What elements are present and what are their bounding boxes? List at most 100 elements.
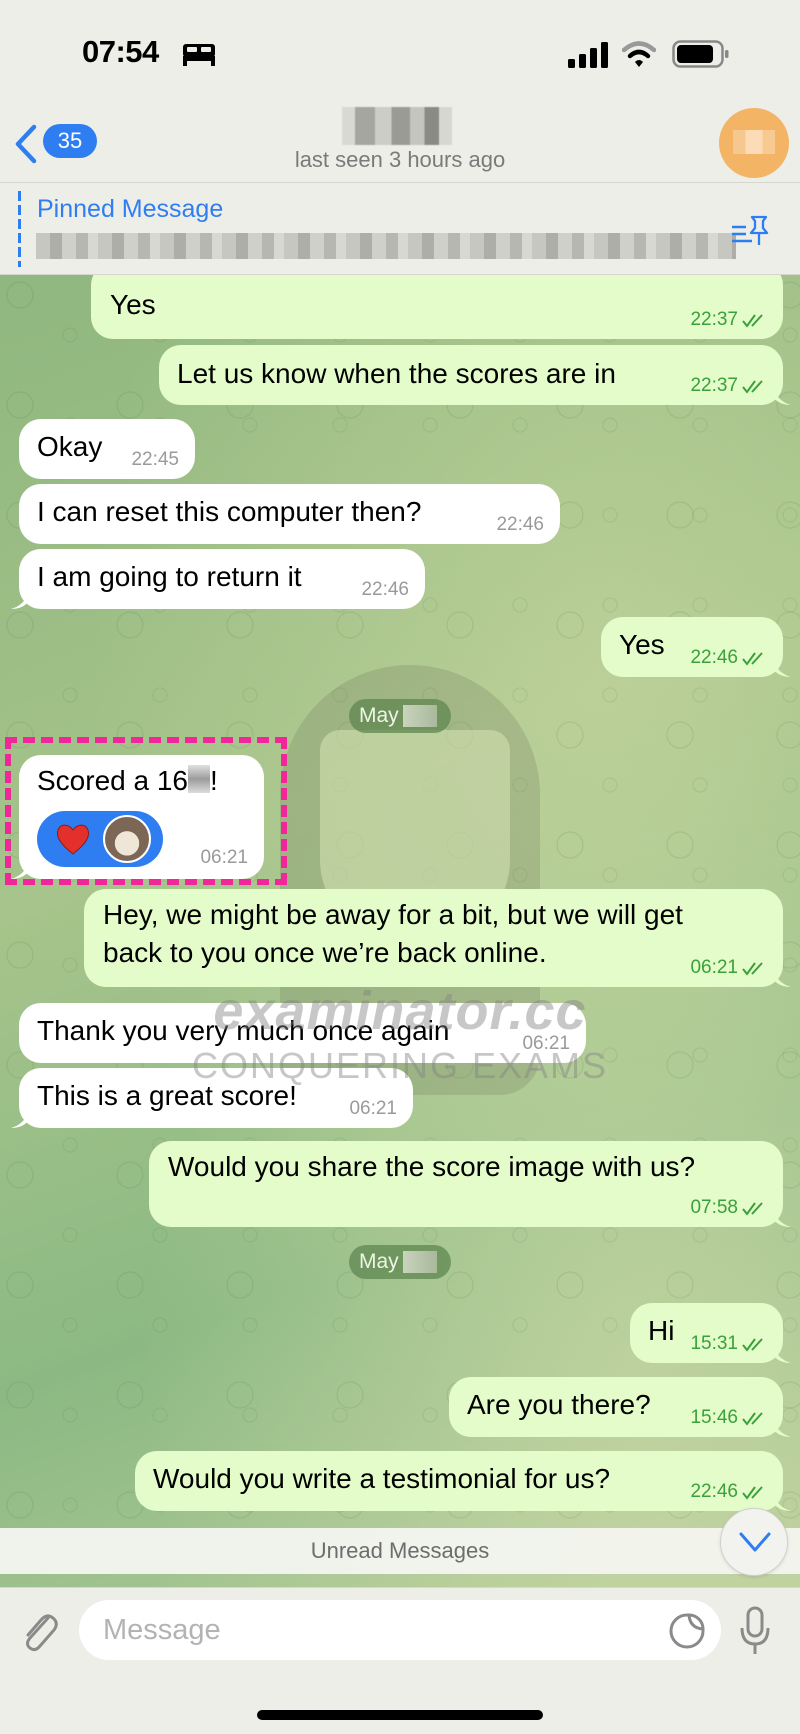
- message-text: I can reset this computer then?: [37, 496, 422, 527]
- message-text: Thank you very much once again: [37, 1015, 450, 1046]
- message-time: 22:46: [496, 514, 544, 535]
- bubble-tail: [11, 591, 29, 609]
- bubble-tail: [773, 1345, 791, 1363]
- bed-icon: [183, 44, 215, 66]
- pinned-message-bar[interactable]: Pinned Message: [0, 183, 800, 275]
- message-text: Hi: [648, 1315, 675, 1346]
- message-text-line-1: Hey, we might be away for a bit, but we …: [103, 899, 683, 930]
- bubble-tail: [773, 659, 791, 677]
- wifi-icon: [622, 41, 656, 67]
- message-text: This is a great score!: [37, 1080, 297, 1111]
- battery-icon: [672, 40, 729, 68]
- message-meta: 22:46: [496, 514, 544, 536]
- bubble-tail: [773, 969, 791, 987]
- message-text: Would you write a testimonial for us?: [153, 1463, 611, 1494]
- message-text: Yes: [619, 629, 665, 660]
- bubble-tail: [773, 1209, 791, 1227]
- message-meta: 15:46: [690, 1407, 767, 1429]
- bubble-tail: [11, 1110, 29, 1128]
- double-check-icon: [742, 314, 763, 328]
- pinned-indicator-line: [18, 191, 21, 267]
- message-input-bar: [0, 1587, 800, 1734]
- date-separator: May: [349, 1245, 451, 1279]
- message-text: Are you there?: [467, 1389, 651, 1420]
- message-bubble-outgoing[interactable]: Would you share the score image with us?…: [149, 1141, 791, 1227]
- message-time: 06:21: [200, 847, 248, 868]
- message-time: 06:21: [690, 957, 738, 978]
- chat-header: 35 last seen 3 hours ago: [0, 105, 800, 183]
- message-bubble-outgoing[interactable]: Yes 22:37: [91, 275, 783, 339]
- message-bubble-outgoing[interactable]: Would you write a testimonial for us? 22…: [135, 1451, 791, 1511]
- message-time: 22:37: [690, 309, 738, 330]
- message-meta: 22:46: [690, 1481, 767, 1503]
- microphone-icon[interactable]: [740, 1606, 770, 1656]
- message-bubble-outgoing[interactable]: Are you there? 15:46: [449, 1377, 791, 1437]
- message-bubble-incoming[interactable]: Thank you very much once again 06:21: [19, 1003, 586, 1063]
- message-meta: 06:21: [522, 1033, 570, 1055]
- message-time: 15:31: [690, 1333, 738, 1354]
- message-text-line-2: back to you once we’re back online.: [103, 937, 547, 968]
- message-text: Scored a 16!: [37, 765, 218, 797]
- message-text: I am going to return it: [37, 561, 302, 592]
- message-input[interactable]: [79, 1600, 721, 1660]
- double-check-icon: [742, 962, 763, 976]
- message-time: 07:58: [690, 1197, 738, 1218]
- date-separator: May: [349, 699, 451, 733]
- message-bubble-incoming[interactable]: I can reset this computer then? 22:46: [19, 484, 560, 544]
- chevron-down-icon: [739, 1532, 771, 1552]
- paperclip-icon[interactable]: [18, 1608, 58, 1654]
- pin-list-icon[interactable]: [730, 213, 770, 247]
- message-bubble-incoming[interactable]: This is a great score! 06:21: [11, 1068, 413, 1128]
- message-meta: 22:46: [361, 579, 409, 601]
- score-text-prefix: Scored a 16: [37, 765, 188, 796]
- message-text: Okay: [37, 431, 103, 462]
- unread-messages-divider: Unread Messages: [0, 1528, 800, 1574]
- double-check-icon: [742, 1486, 763, 1500]
- bubble-tail: [773, 387, 791, 405]
- bubble-tail: [773, 1419, 791, 1437]
- pinned-title: Pinned Message: [37, 195, 224, 223]
- double-check-icon: [742, 652, 763, 666]
- message-meta: 07:58: [690, 1197, 767, 1219]
- message-text: Let us know when the scores are in: [177, 358, 616, 389]
- message-bubble-incoming[interactable]: I am going to return it 22:46: [11, 549, 425, 609]
- message-bubble-outgoing[interactable]: Hey, we might be away for a bit, but we …: [84, 889, 791, 987]
- message-time: 22:46: [690, 647, 738, 668]
- message-bubble-outgoing[interactable]: Hi 15:31: [630, 1303, 791, 1363]
- contact-avatar[interactable]: [719, 108, 789, 178]
- message-meta: 22:37: [690, 309, 767, 331]
- date-separator-label: May: [359, 704, 399, 727]
- reactor-avatar: [103, 815, 151, 863]
- message-time: 22:45: [131, 449, 179, 470]
- bubble-tail: [11, 861, 29, 879]
- home-indicator[interactable]: [257, 1710, 543, 1720]
- date-separator-label: May: [359, 1250, 399, 1273]
- sticker-icon[interactable]: [668, 1612, 706, 1650]
- message-bubble-outgoing[interactable]: Let us know when the scores are in 22:37: [159, 345, 791, 405]
- score-blurred: [188, 765, 210, 793]
- message-bubble-incoming[interactable]: Scored a 16! 06:21: [11, 755, 264, 879]
- reaction-pill[interactable]: [37, 811, 163, 867]
- last-seen-status: last seen 3 hours ago: [294, 147, 506, 172]
- bubble-tail: [773, 1493, 791, 1511]
- message-meta: 22:45: [131, 449, 179, 471]
- message-time: 22:37: [690, 375, 738, 396]
- double-check-icon: [742, 1412, 763, 1426]
- double-check-icon: [742, 1202, 763, 1216]
- message-bubble-outgoing[interactable]: Yes 22:46: [601, 617, 791, 677]
- pinned-text: [36, 233, 736, 259]
- contact-name[interactable]: [342, 107, 452, 145]
- date-blurred: [402, 1251, 437, 1274]
- message-meta: 22:37: [690, 375, 767, 397]
- message-time: 06:21: [522, 1033, 570, 1054]
- chat-messages-area[interactable]: Yes 22:37 Let us know when the scores ar…: [0, 275, 800, 1587]
- message-meta: 06:21: [349, 1098, 397, 1120]
- message-meta: 06:21: [200, 847, 248, 869]
- status-bar: 07:54: [0, 0, 800, 105]
- heart-icon: [56, 824, 90, 855]
- status-time: 07:54: [82, 34, 159, 69]
- message-bubble-incoming[interactable]: Okay 22:45: [19, 419, 195, 479]
- scroll-to-bottom-button[interactable]: [720, 1508, 788, 1576]
- message-time: 06:21: [349, 1098, 397, 1119]
- message-text: Yes: [110, 289, 156, 320]
